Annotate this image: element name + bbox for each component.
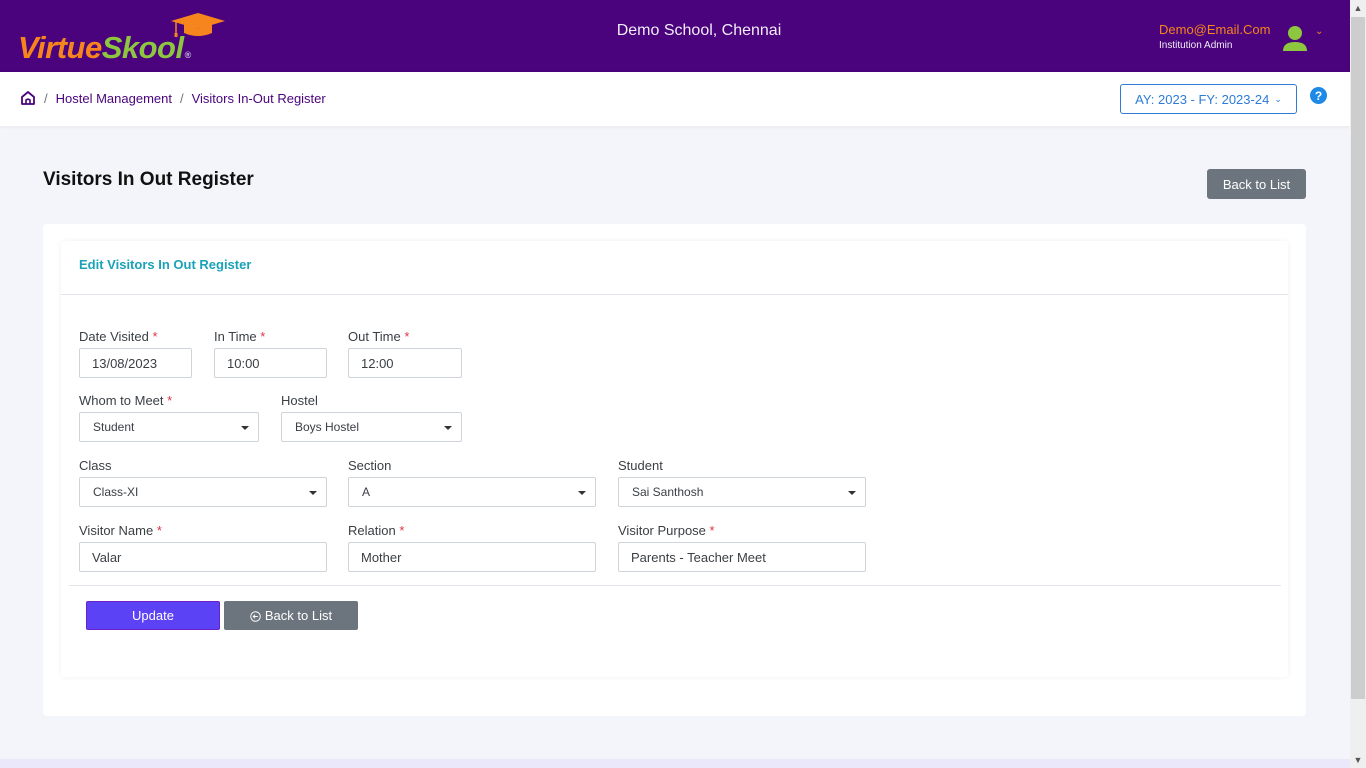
user-role: Institution Admin <box>1159 40 1233 51</box>
back-to-list-label: Back to List <box>264 608 333 623</box>
breadcrumb-separator: / <box>44 90 48 106</box>
breadcrumb-hostel-management[interactable]: Hostel Management <box>56 91 172 106</box>
home-icon[interactable] <box>20 90 36 106</box>
relation-label: Relation * <box>348 523 405 538</box>
user-avatar-icon[interactable] <box>1282 25 1308 53</box>
top-header: VirtueSkool® Demo School, Chennai Demo@E… <box>0 0 1350 72</box>
scroll-down-arrow-icon[interactable]: ▼ <box>1350 752 1366 768</box>
help-icon[interactable]: ? <box>1310 87 1327 104</box>
student-label: Student <box>618 458 663 473</box>
user-menu-chevron-icon[interactable]: ⌄ <box>1315 26 1323 37</box>
class-value: Class-XI <box>93 485 139 499</box>
form-card: Edit Visitors In Out Register Date Visit… <box>43 224 1306 716</box>
in-time-field: In Time * 10:00 <box>214 329 327 378</box>
caret-down-icon <box>241 426 249 430</box>
divider <box>61 294 1288 295</box>
in-time-input[interactable]: 10:00 <box>214 348 327 378</box>
back-to-list-button[interactable]: Back to List <box>224 601 358 630</box>
out-time-input[interactable]: 12:00 <box>348 348 462 378</box>
caret-down-icon <box>578 491 586 495</box>
form-divider <box>69 585 1281 586</box>
hostel-field: Hostel Boys Hostel <box>281 393 462 442</box>
whom-to-meet-value: Student <box>93 420 135 434</box>
caret-down-icon <box>309 491 317 495</box>
academic-year-select[interactable]: AY: 2023 - FY: 2023-24 ⌄ <box>1120 84 1297 114</box>
visitor-name-label: Visitor Name * <box>79 523 162 538</box>
out-time-field: Out Time * 12:00 <box>348 329 462 378</box>
date-visited-input[interactable]: 13/08/2023 <box>79 348 192 378</box>
out-time-label: Out Time * <box>348 329 410 344</box>
section-value: A <box>362 485 371 499</box>
breadcrumb: / Hostel Management / Visitors In-Out Re… <box>20 90 326 106</box>
vertical-scrollbar[interactable]: ▲ ▼ <box>1350 0 1366 768</box>
student-select[interactable]: Sai Santhosh <box>618 477 866 507</box>
breadcrumb-visitors-register[interactable]: Visitors In-Out Register <box>192 91 326 106</box>
arrow-left-circle-icon <box>250 611 261 622</box>
relation-input[interactable]: Mother <box>348 542 596 572</box>
update-button[interactable]: Update <box>86 601 220 630</box>
section-select[interactable]: A <box>348 477 596 507</box>
student-value: Sai Santhosh <box>632 485 704 499</box>
hostel-select[interactable]: Boys Hostel <box>281 412 462 442</box>
date-visited-label: Date Visited * <box>79 329 158 344</box>
hostel-value: Boys Hostel <box>295 420 360 434</box>
class-select[interactable]: Class-XI <box>79 477 327 507</box>
breadcrumb-bar: / Hostel Management / Visitors In-Out Re… <box>0 72 1350 126</box>
visitor-purpose-field: Visitor Purpose * Parents - Teacher Meet <box>618 523 866 572</box>
user-email[interactable]: Demo@Email.Com <box>1159 22 1270 37</box>
chevron-down-icon: ⌄ <box>1274 93 1282 104</box>
visitor-purpose-label: Visitor Purpose * <box>618 523 715 538</box>
academic-year-label: AY: 2023 - FY: 2023-24 <box>1135 91 1270 107</box>
form-title: Edit Visitors In Out Register <box>79 257 252 272</box>
hostel-label: Hostel <box>281 393 318 408</box>
visitor-name-input[interactable]: Valar <box>79 542 327 572</box>
caret-down-icon <box>848 491 856 495</box>
visitor-name-field: Visitor Name * Valar <box>79 523 327 572</box>
whom-to-meet-select[interactable]: Student <box>79 412 259 442</box>
scroll-up-arrow-icon[interactable]: ▲ <box>1350 0 1366 16</box>
visitor-purpose-input[interactable]: Parents - Teacher Meet <box>618 542 866 572</box>
section-field: Section A <box>348 458 596 507</box>
page-title: Visitors In Out Register <box>43 169 254 190</box>
in-time-label: In Time * <box>214 329 266 344</box>
back-to-list-button-top[interactable]: Back to List <box>1207 169 1306 199</box>
date-visited-field: Date Visited * 13/08/2023 <box>79 329 192 378</box>
class-field: Class Class-XI <box>79 458 327 507</box>
form-panel: Edit Visitors In Out Register Date Visit… <box>61 241 1288 677</box>
whom-to-meet-label: Whom to Meet * <box>79 393 173 408</box>
whom-to-meet-field: Whom to Meet * Student <box>79 393 259 442</box>
section-label: Section <box>348 458 392 473</box>
relation-field: Relation * Mother <box>348 523 596 572</box>
scrollbar-thumb[interactable] <box>1351 17 1365 699</box>
student-field: Student Sai Santhosh <box>618 458 866 507</box>
footer-strip <box>0 759 1350 768</box>
class-label: Class <box>79 458 112 473</box>
caret-down-icon <box>444 426 452 430</box>
breadcrumb-separator: / <box>179 90 184 106</box>
